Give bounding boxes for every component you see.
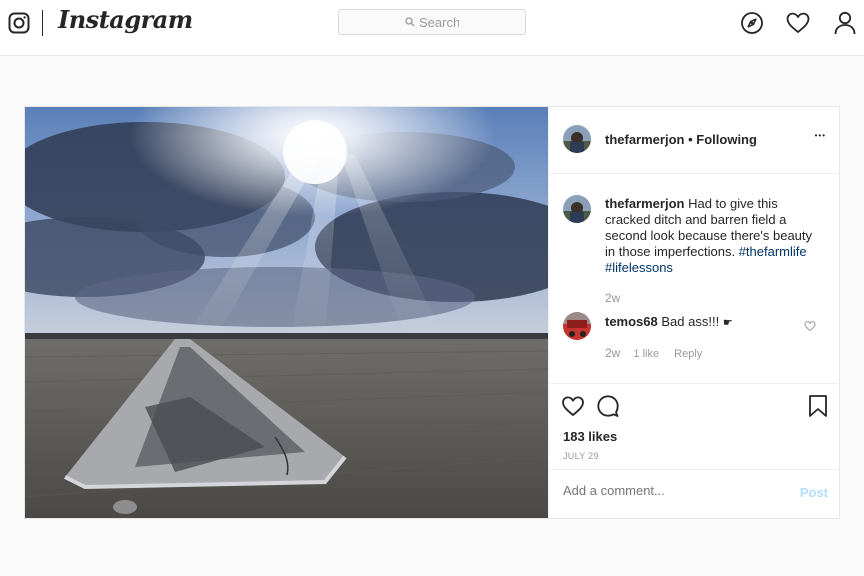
post-actions: 183 likes JULY 29 <box>549 383 840 470</box>
comment: temos68 Bad ass!!! ☛ <box>605 314 733 329</box>
hashtag-link[interactable]: #thefarmlife <box>739 244 807 259</box>
comment-meta: 2w 1 like Reply <box>605 346 702 360</box>
commenter-avatar[interactable] <box>563 312 591 340</box>
pointing-hand-icon: ☛ <box>722 317 733 329</box>
comment-like-heart-icon[interactable] <box>804 320 816 332</box>
logo-divider <box>42 10 43 36</box>
like-heart-icon[interactable] <box>561 394 585 418</box>
top-nav: Instagram <box>0 0 864 56</box>
search-icon <box>405 17 415 27</box>
post-comment-button[interactable]: Post <box>800 485 828 500</box>
comment-like-count[interactable]: 1 like <box>633 348 659 360</box>
person-icon[interactable] <box>832 10 858 36</box>
bookmark-icon[interactable] <box>807 394 829 418</box>
heart-icon[interactable] <box>785 10 811 36</box>
following-button[interactable]: Following <box>696 132 757 147</box>
post-card: thefarmerjon • Following ••• thefarmerjo… <box>24 106 840 519</box>
caption-timestamp: 2w <box>605 291 621 305</box>
instagram-wordmark[interactable]: Instagram <box>58 5 193 34</box>
search-box[interactable] <box>338 9 526 35</box>
comment-text: Bad ass!!! <box>661 314 720 329</box>
avatar[interactable] <box>563 125 591 153</box>
search-input[interactable] <box>419 14 459 30</box>
post-header: thefarmerjon • Following ••• <box>549 107 840 174</box>
comment-bubble-icon[interactable] <box>596 394 620 418</box>
post-author-username[interactable]: thefarmerjon <box>605 132 684 147</box>
add-comment-bar: Post <box>549 469 840 518</box>
compass-icon[interactable] <box>739 10 765 36</box>
caption-username[interactable]: thefarmerjon <box>605 196 684 211</box>
more-options-button[interactable]: ••• <box>815 131 826 140</box>
reply-button[interactable]: Reply <box>674 348 702 360</box>
comments-section: thefarmerjon Had to give this cracked di… <box>549 173 840 384</box>
post-sidebar: thefarmerjon • Following ••• thefarmerjo… <box>548 107 840 518</box>
post-photo[interactable] <box>25 107 548 518</box>
post-date: JULY 29 <box>563 451 599 461</box>
comment-username[interactable]: temos68 <box>605 314 658 329</box>
comment-timestamp: 2w <box>605 346 621 360</box>
caption: thefarmerjon Had to give this cracked di… <box>605 196 825 276</box>
hashtag-link[interactable]: #lifelessons <box>605 260 673 275</box>
instagram-camera-icon[interactable] <box>8 12 30 34</box>
likes-count[interactable]: 183 likes <box>563 429 617 444</box>
caption-avatar[interactable] <box>563 195 591 223</box>
comment-input[interactable] <box>563 483 783 498</box>
photo-scene <box>25 107 548 518</box>
header-separator: • <box>688 132 693 147</box>
